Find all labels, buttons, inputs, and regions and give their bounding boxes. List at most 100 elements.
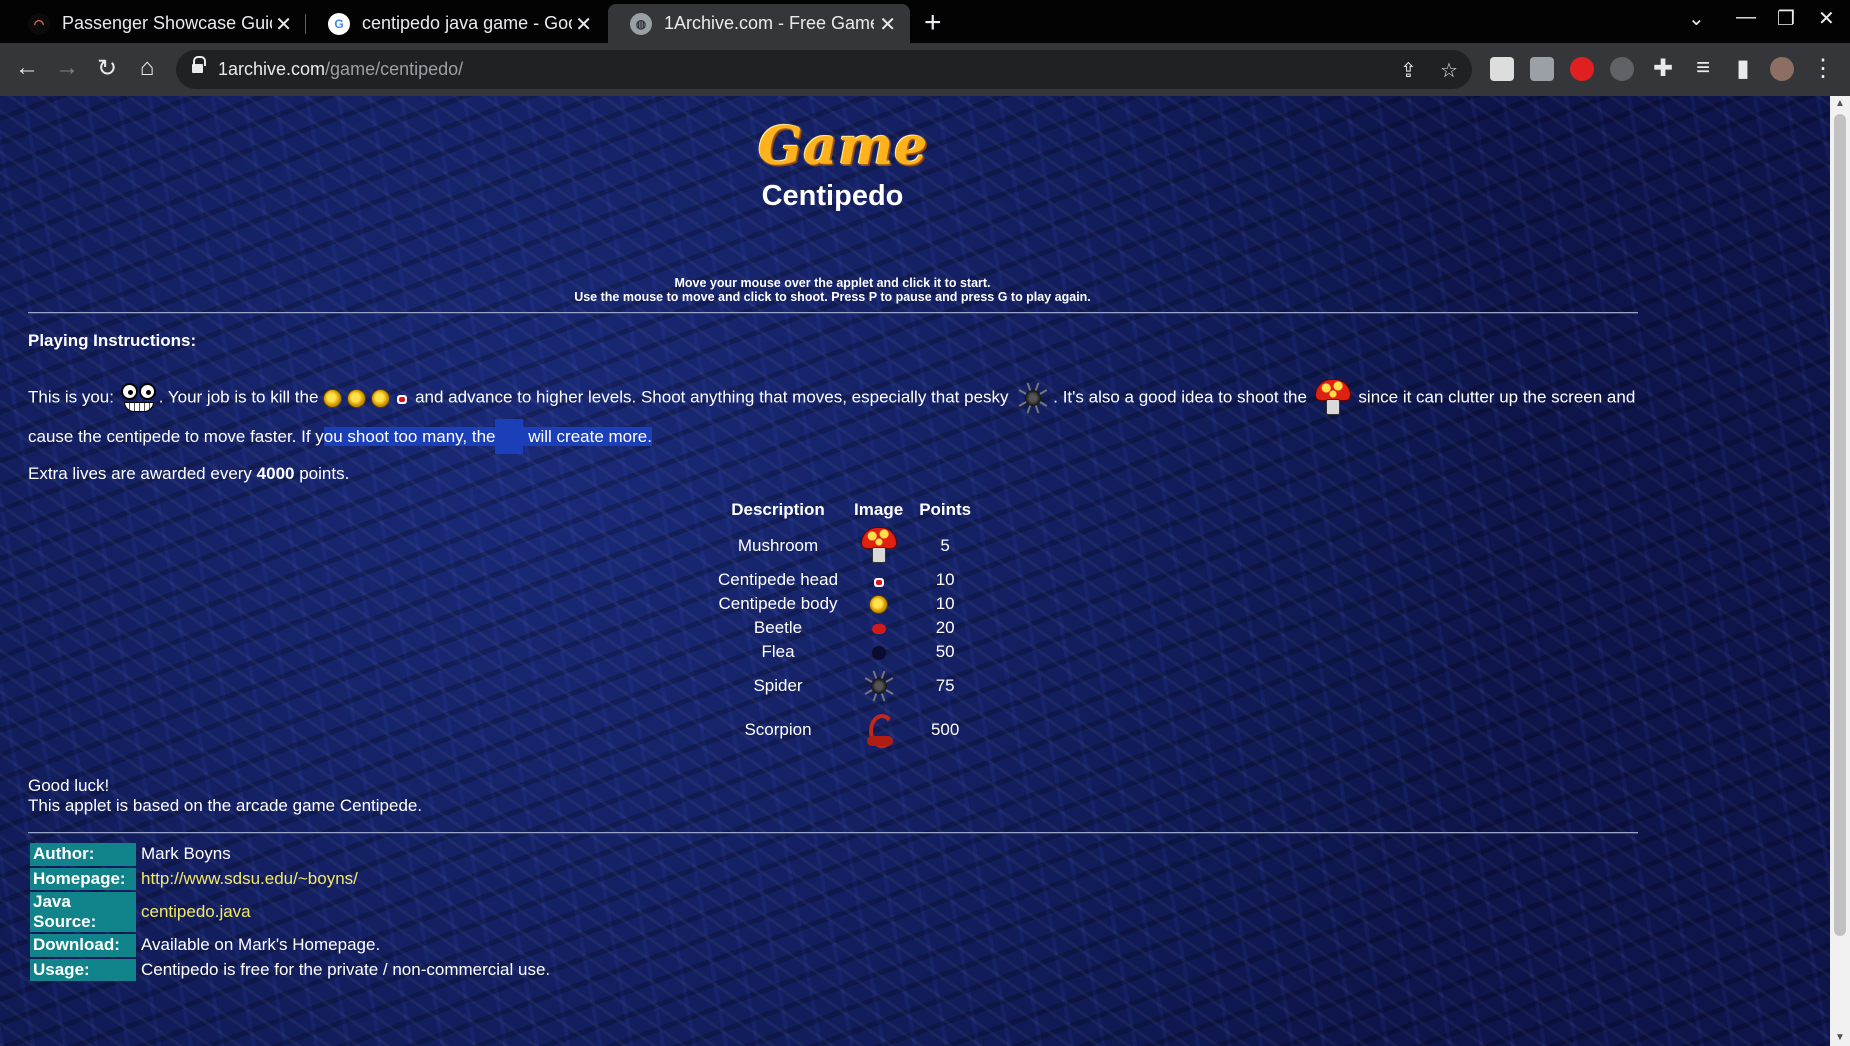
good-luck-text: Good luck! (28, 776, 110, 795)
applet-hint: Move your mouse over the applet and clic… (0, 276, 1665, 304)
table-row: Flea 50 (710, 640, 979, 664)
hint-line-1: Move your mouse over the applet and clic… (674, 276, 991, 290)
row-image (846, 664, 911, 708)
extension-icon-2[interactable] (1530, 57, 1554, 81)
extra-lives-points: 4000 (256, 464, 295, 483)
page-scrollbar[interactable]: ▲ ▼ (1830, 96, 1850, 1046)
table-row: Download: Available on Mark's Homepage. (30, 934, 553, 957)
row-description: Mushroom (737, 536, 819, 555)
table-row: Spider 75 (710, 664, 979, 708)
based-on-text: This applet is based on the arcade game … (28, 796, 423, 815)
close-tab-icon[interactable]: ✕ (275, 12, 292, 37)
row-points: 500 (930, 720, 960, 739)
passenger-icon: ◠ (28, 12, 50, 35)
scrollbar-thumb[interactable] (1834, 114, 1846, 936)
tab-1archive[interactable]: ◍ 1Archive.com - Free Games ✕ (608, 4, 910, 43)
row-points: 10 (935, 570, 955, 589)
row-image (846, 616, 911, 640)
table-row: Centipede head 10 (710, 568, 979, 592)
row-image (846, 524, 911, 568)
scoring-table: Description Image Points Mushroom 5 Cent… (710, 496, 979, 752)
download-value: Available on Mark's Homepage. (141, 935, 381, 955)
extra-lives-suffix: points. (294, 464, 350, 483)
mushroom-icon (858, 525, 900, 567)
close-tab-icon[interactable]: ✕ (575, 12, 592, 37)
url-text[interactable]: 1archive.com/game/centipedo/ (218, 59, 463, 80)
tab-title: centipedo java game - Google Search (362, 13, 572, 33)
tab-title: 1Archive.com - Free Games (664, 13, 874, 33)
row-description: Flea (761, 642, 795, 661)
column-header: Points (919, 500, 972, 519)
mushroom-icon (1312, 377, 1354, 419)
row-points: 5 (940, 536, 950, 555)
scorpion-icon (859, 710, 899, 750)
minimize-icon[interactable]: — (1736, 6, 1756, 29)
address-bar[interactable]: 1archive.com/game/centipedo/ ⇪ ☆ (176, 50, 1472, 89)
profile-avatar[interactable] (1770, 57, 1794, 81)
game-info-table: Author: Mark Boyns Homepage: http://www.… (28, 841, 555, 983)
row-description: Beetle (753, 618, 803, 637)
globe-icon: ◍ (630, 12, 652, 35)
row-image (846, 708, 911, 752)
extension-icon-4[interactable] (1610, 57, 1634, 81)
row-image (846, 640, 911, 664)
close-tab-icon[interactable]: ✕ (879, 12, 896, 37)
new-tab-button[interactable]: + (924, 6, 942, 40)
para-text: This is you: (28, 387, 119, 407)
column-header: Description (731, 500, 825, 519)
tab-passenger-showcase[interactable]: ◠ Passenger Showcase Guide ✕ (6, 4, 306, 43)
close-window-icon[interactable]: ✕ (1818, 6, 1835, 31)
tab-title: Passenger Showcase Guide (62, 13, 272, 33)
divider (28, 832, 1638, 834)
centipede-head-icon (871, 573, 887, 589)
java-source-cell: centipedo.java (138, 892, 553, 932)
author-label: Author: (30, 843, 136, 866)
scroll-down-arrow-icon[interactable]: ▼ (1835, 1032, 1845, 1043)
para-text: and advance to higher levels. Shoot anyt… (410, 387, 1014, 407)
extra-lives-text: Extra lives are awarded every 4000 point… (28, 463, 349, 485)
spider-icon (1013, 378, 1053, 418)
table-row: Homepage: http://www.sdsu.edu/~boyns/ (30, 867, 553, 890)
menu-kebab-icon[interactable]: ⋮ (1808, 54, 1838, 83)
extension-icon-1[interactable] (1490, 57, 1514, 81)
scroll-up-arrow-icon[interactable]: ▲ (1835, 98, 1845, 109)
centipede-body-icon (346, 388, 366, 408)
row-description: Centipede head (718, 570, 839, 589)
restore-icon[interactable]: ❐ (1777, 6, 1795, 31)
para-text: . It's also a good idea to shoot the (1053, 387, 1312, 407)
url-host: 1archive.com (218, 59, 326, 79)
back-icon[interactable]: ← (12, 54, 42, 82)
centipede-body-icon (869, 595, 889, 614)
side-panel-icon[interactable]: ▮ (1728, 54, 1758, 83)
homepage-label: Homepage: (30, 867, 136, 890)
tab-search-icon[interactable]: ⌄ (1688, 6, 1705, 31)
url-path: /game/centipedo/ (325, 59, 464, 79)
tab-strip: ◠ Passenger Showcase Guide ✕ G centipedo… (0, 0, 1850, 43)
author-value: Mark Boyns (141, 844, 231, 864)
share-icon[interactable]: ⇪ (1400, 58, 1417, 83)
centipede-head-icon (394, 390, 410, 406)
java-source-label: Java Source: (30, 892, 136, 932)
forward-icon[interactable]: → (52, 54, 82, 82)
media-controls-icon[interactable]: ≡ (1688, 54, 1718, 82)
home-icon[interactable]: ⌂ (132, 54, 162, 82)
homepage-link[interactable]: http://www.sdsu.edu/~boyns/ (141, 869, 358, 888)
instructions-heading: Playing Instructions: (28, 331, 197, 350)
extensions-puzzle-icon[interactable]: ✚ (1648, 54, 1678, 83)
divider (28, 312, 1638, 314)
lock-icon[interactable] (192, 56, 206, 75)
row-points: 10 (935, 594, 955, 613)
row-image (846, 568, 911, 592)
bookmark-star-icon[interactable]: ☆ (1440, 58, 1458, 83)
java-source-link[interactable]: centipedo.java (141, 902, 251, 921)
table-header-row: Description Image Points (710, 496, 979, 524)
table-row: Java Source: centipedo.java (30, 892, 553, 932)
reload-icon[interactable]: ↻ (92, 54, 122, 83)
tab-google-search[interactable]: G centipedo java game - Google Search ✕ (306, 4, 606, 43)
page-content: Game Centipedo Move your mouse over the … (0, 96, 1830, 1046)
row-description: Scorpion (744, 720, 812, 739)
column-header: Image (854, 500, 904, 519)
extension-icon-3[interactable] (1570, 57, 1594, 81)
beetle-icon (871, 623, 886, 634)
table-row: Scorpion 500 (710, 708, 979, 752)
